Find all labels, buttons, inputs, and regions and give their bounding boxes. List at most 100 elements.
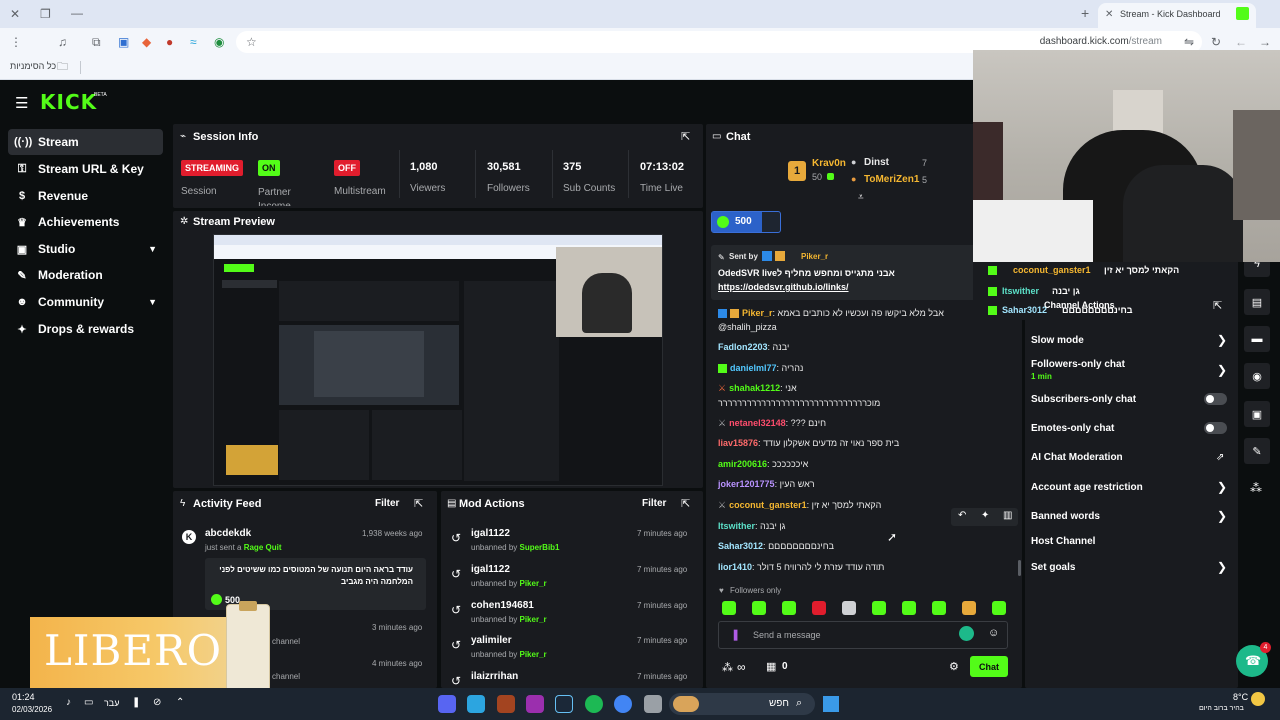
chat-username[interactable]: shahak1212	[729, 383, 780, 393]
popout-icon[interactable]: ⇱	[681, 497, 690, 510]
mic-muted-icon[interactable]: ⊘	[153, 697, 161, 708]
mod-filter-button[interactable]: Filter	[642, 498, 666, 509]
chat-username[interactable]: Itswither	[718, 521, 755, 531]
users-icon[interactable]: ⁂	[1250, 481, 1262, 495]
extensions-icon[interactable]: ⧉	[92, 35, 101, 49]
popout-icon[interactable]: ⇱	[414, 497, 423, 510]
reply-icon[interactable]: ↶	[958, 510, 966, 521]
hamburger-menu-icon[interactable]: ☰	[15, 94, 28, 112]
emotes-only-toggle[interactable]	[1204, 422, 1227, 434]
kick-logo[interactable]: KICK	[40, 90, 97, 114]
emote-icon[interactable]	[992, 601, 1006, 615]
chat-username[interactable]: joker1201775	[718, 479, 775, 489]
taskbar-search[interactable]: חפש ⌕	[669, 693, 815, 715]
extension-icon[interactable]: ◉	[214, 35, 224, 49]
taskbar-time[interactable]: 01:24	[12, 692, 35, 702]
sidebar-item-moderation[interactable]: ✎ Moderation	[8, 262, 163, 288]
forward-icon[interactable]: ←	[1235, 35, 1247, 49]
activity-user[interactable]: abcdekdk	[205, 528, 251, 539]
emote-icon[interactable]	[752, 601, 766, 615]
help-chat-button[interactable]: ☎ 4	[1236, 642, 1271, 677]
emote-icon[interactable]	[782, 601, 796, 615]
sidebar-item-achievements[interactable]: ♛ Achievements	[8, 209, 163, 235]
telegram-icon[interactable]	[467, 695, 485, 713]
back-icon[interactable]: →	[1259, 35, 1271, 49]
sidebar-item-drops-rewards[interactable]: ✦ Drops & rewards	[8, 316, 163, 342]
pinned-sender[interactable]: Piker_r	[801, 252, 828, 261]
emote-icon[interactable]	[962, 601, 976, 615]
chat-username[interactable]: coconut_ganster1	[729, 500, 807, 510]
close-tab-icon[interactable]: ✕	[1105, 8, 1113, 22]
restore-window-icon[interactable]: ❐	[40, 7, 51, 21]
sidebar-item-community[interactable]: ☻ Community ▼	[8, 289, 163, 315]
extension-icon[interactable]: ▣	[118, 35, 129, 49]
mod-action-user[interactable]: ilaizrrihan	[471, 671, 518, 682]
leader-name[interactable]: Dinst	[864, 157, 889, 168]
chat-username[interactable]: liav15876	[718, 438, 758, 448]
network-icon[interactable]: ▭	[84, 697, 93, 708]
weather-temp[interactable]: 8°C	[1233, 692, 1248, 702]
mod-action-user[interactable]: yalimiler	[471, 635, 512, 646]
chat-username[interactable]: lior1410	[718, 562, 752, 572]
kick-token-icon[interactable]	[959, 626, 974, 641]
steam-icon[interactable]	[555, 695, 573, 713]
extension-icon[interactable]: ≈	[190, 35, 197, 49]
send-chat-button[interactable]: Chat	[970, 656, 1008, 677]
expand-leaderboard-icon[interactable]: ⩡	[858, 192, 864, 203]
microphone-icon[interactable]: ❚	[132, 697, 140, 708]
emote-icon[interactable]	[932, 601, 946, 615]
windows-start-icon[interactable]	[823, 696, 839, 712]
chat-username[interactable]: amir200616	[718, 459, 767, 469]
leader-name[interactable]: ToMeriZen1	[864, 174, 919, 185]
media-icon[interactable]: ♫	[58, 35, 67, 49]
popout-icon[interactable]: ⇱	[681, 130, 690, 143]
reload-icon[interactable]: ↻	[1211, 35, 1221, 49]
delete-icon[interactable]: ▥	[1003, 510, 1012, 521]
chat-username[interactable]: danielml77	[730, 363, 777, 373]
chrome-icon[interactable]	[614, 695, 632, 713]
obs-icon[interactable]	[526, 695, 544, 713]
chat-username[interactable]: Fadlon2203	[718, 342, 768, 352]
all-bookmarks-label[interactable]: כל הסימניות	[10, 61, 56, 71]
pin-icon[interactable]: ✦	[981, 510, 989, 521]
discord-icon[interactable]	[438, 695, 456, 713]
app-icon[interactable]	[497, 695, 515, 713]
file-explorer-icon[interactable]	[644, 695, 662, 713]
taskbar-date[interactable]: 02/03/2026	[12, 705, 52, 714]
emote-icon[interactable]	[722, 601, 736, 615]
chat-username[interactable]: netanel32148	[729, 418, 786, 428]
sidebar-item-stream-url-key[interactable]: ⚿ Stream URL & Key	[8, 156, 163, 182]
new-tab-icon[interactable]: +	[1081, 6, 1089, 20]
sidebar-item-stream[interactable]: ((·)) Stream	[8, 129, 163, 155]
activity-filter-button[interactable]: Filter	[375, 498, 399, 509]
gift-box-icon[interactable]: ▦	[766, 660, 776, 673]
chat-scrollbar[interactable]	[1018, 560, 1021, 576]
wrench-icon[interactable]: ✎	[1244, 438, 1270, 464]
emote-icon[interactable]	[872, 601, 886, 615]
extension-icon[interactable]: ●	[166, 35, 173, 49]
emote-icon[interactable]	[842, 601, 856, 615]
sidebar-item-revenue[interactable]: $ Revenue	[8, 183, 163, 209]
popout-icon[interactable]: ⇱	[1213, 299, 1222, 312]
browser-tab[interactable]: ✕ Stream - Kick Dashboard	[1098, 3, 1256, 28]
camera-icon[interactable]: ▣	[1244, 401, 1270, 427]
emote-icon[interactable]	[902, 601, 916, 615]
chat-username[interactable]: Sahar3012	[718, 541, 763, 551]
kicks-goal-bar[interactable]: 500	[711, 211, 781, 233]
settings-gear-icon[interactable]: ⚙	[949, 660, 959, 673]
subscribers-only-toggle[interactable]	[1204, 393, 1227, 405]
mod-action-user[interactable]: igal1122	[471, 564, 510, 575]
tray-chevron-icon[interactable]: ⌃	[176, 697, 184, 708]
weather-text[interactable]: בהיר ברוב היום	[1199, 705, 1244, 712]
broadcast-icon[interactable]: ◉	[1244, 363, 1270, 389]
microphone-icon[interactable]: ❚	[731, 628, 740, 641]
notes-icon[interactable]: ▤	[1244, 289, 1270, 315]
chat-input-box[interactable]: ❚ Send a message ☺	[718, 621, 1008, 649]
spotify-icon[interactable]	[585, 695, 603, 713]
bookmark-star-icon[interactable]: ☆	[246, 35, 257, 49]
pinned-link[interactable]: https://odedsvr.github.io/links/	[718, 282, 849, 292]
minimize-window-icon[interactable]: —	[71, 6, 83, 20]
site-settings-icon[interactable]: ⇋	[1184, 35, 1194, 49]
mod-action-user[interactable]: igal1122	[471, 528, 510, 539]
chat-username[interactable]: Piker_r	[742, 308, 773, 318]
